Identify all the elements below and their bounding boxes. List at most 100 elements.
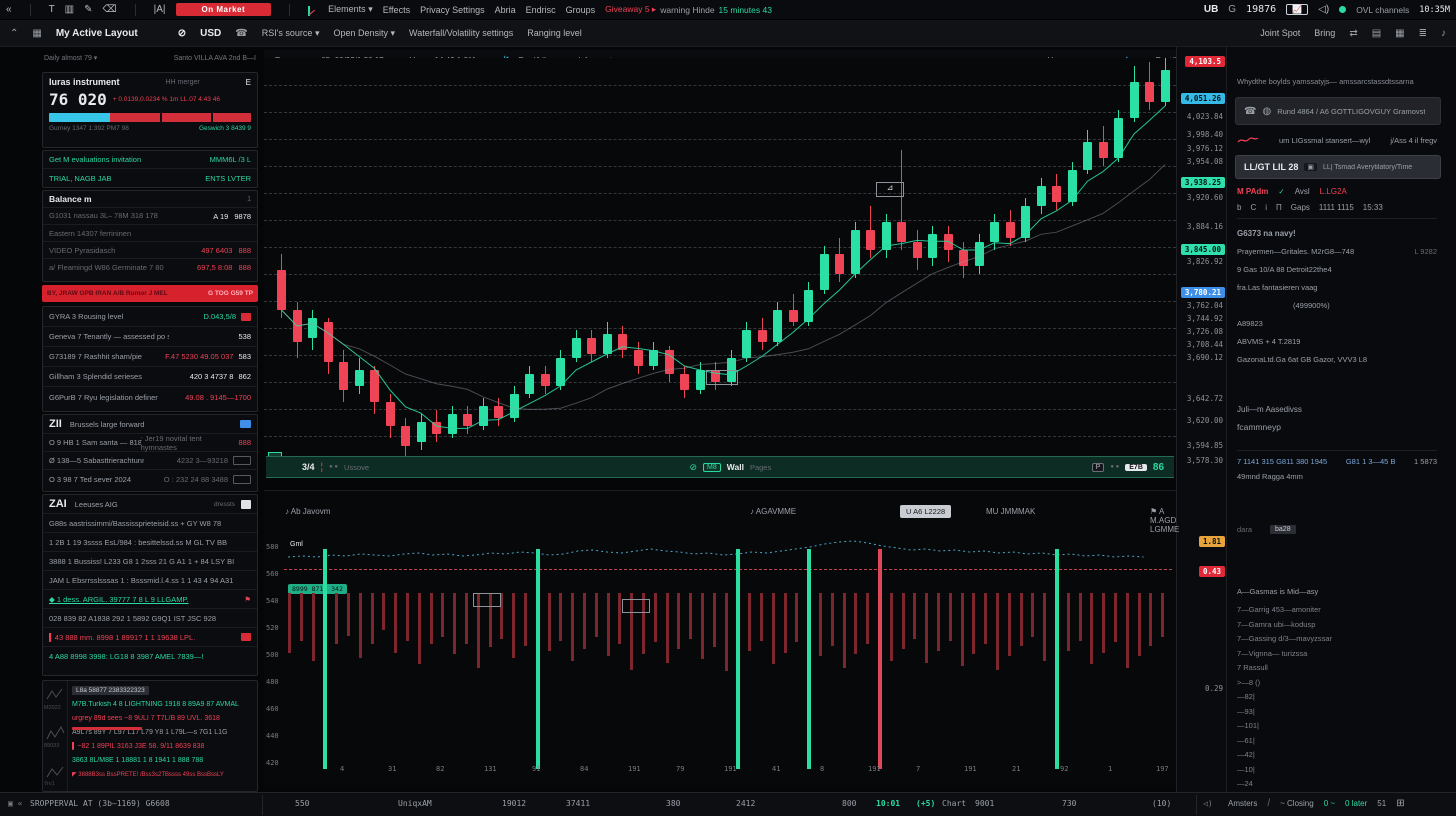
chevron-up-icon[interactable]: ⌃ <box>10 28 18 39</box>
format-button[interactable]: 1111 1115 <box>1319 203 1354 212</box>
journal-row[interactable]: ▍43 888 mm. 8998 1 8991? 1 1 19638 LPL. <box>43 628 257 647</box>
format-button[interactable]: Gaps <box>1291 203 1310 212</box>
eraser-tool-icon[interactable]: ⌫ <box>103 4 117 15</box>
journal-color-chip[interactable] <box>241 500 251 509</box>
position-mode-chip[interactable]: M8 <box>703 463 721 472</box>
meta-chip[interactable]: ba28 <box>1270 525 1296 534</box>
alert-row[interactable]: O 3 98 7 Ted sever 2024O : 232 24 88 348… <box>43 470 257 488</box>
format-button[interactable]: i <box>1265 203 1267 212</box>
phone-icon[interactable]: ☎ <box>235 28 247 39</box>
position-row[interactable]: G73189 7 Rashhit sham/pieF.47 5230 49.05… <box>43 347 257 367</box>
journal-row[interactable]: 028 839 82 A1838 292 1 5892 G9Q1 IST JSC… <box>43 609 257 628</box>
menu-abria[interactable]: Abria <box>495 5 516 15</box>
collapse-panel-icon[interactable]: « <box>6 4 12 15</box>
position-p-chip[interactable]: P <box>1092 463 1105 472</box>
menu-joint-spot[interactable]: Joint Spot <box>1260 28 1300 38</box>
adjust-toggle[interactable]: Amsters <box>1228 799 1257 808</box>
menu-open-density[interactable]: Open Density ▾ <box>333 28 395 39</box>
volume-icon[interactable]: ◁) <box>1203 799 1213 808</box>
save-icon[interactable]: ▤ <box>1372 28 1381 39</box>
position-row[interactable]: Geneva 7 Tenantly — assessed po sweats-G… <box>43 327 257 347</box>
menu-privacy-settings[interactable]: Privacy Settings <box>420 5 485 15</box>
changelog-item[interactable]: —93| <box>1237 707 1437 716</box>
balance-more[interactable]: 1 <box>247 196 251 203</box>
journal-row[interactable]: G88s aastrissimmi/Bassissprieteisid.ss +… <box>43 514 257 533</box>
measure-tool-icon[interactable]: |A| <box>154 4 166 15</box>
shapes-tool-icon[interactable]: ▥ <box>65 4 74 15</box>
alert-edit-button[interactable] <box>233 475 251 484</box>
fullscreen-icon[interactable]: ⊞ <box>1396 798 1404 809</box>
rect-annotation[interactable] <box>473 593 501 607</box>
changelog-item[interactable]: 7—Gassing d/3—mavyzssar <box>1237 634 1437 643</box>
chart-type-icon[interactable]: ▦ <box>1395 28 1404 39</box>
measure-annotation[interactable]: ⊿ <box>876 182 904 197</box>
position-value-chip[interactable]: E7B <box>1125 464 1147 471</box>
pair-label[interactable]: USD <box>200 28 221 39</box>
bell-icon[interactable]: ♪ <box>1441 28 1446 39</box>
menu-effects[interactable]: Effects <box>383 5 410 15</box>
menu-rsi-source[interactable]: RSI's source ▾ <box>262 28 320 39</box>
changelog-item[interactable]: 7—Vignna— turizssa <box>1237 649 1437 658</box>
position-row[interactable]: GYRA 3 Rousing levelD.043,5/8 <box>43 307 257 327</box>
changelog-item[interactable]: —24 <box>1237 779 1437 788</box>
journal-row[interactable]: 1 2B 1 19 3ssss EsL/984 : besittelssd.ss… <box>43 533 257 552</box>
percent-toggle[interactable]: 0 ~ <box>1324 799 1335 808</box>
stats-row[interactable]: 7 1141 315 G811 380 1945 G81 1 3—45 B 1 … <box>1237 450 1437 466</box>
changelog-item[interactable]: —61| <box>1237 736 1437 745</box>
journal-row[interactable]: JAM L Ebsrrsslsssas 1 : Bsssmid.l.4.ss 1… <box>43 571 257 590</box>
journal-row[interactable]: 3888 1 Bussiss! L233 G8 1 2sss 21 G A1 1… <box>43 552 257 571</box>
risk-banner[interactable]: BY, JRAW GPB IRAN A/B Rumor J MEL G TOG … <box>42 285 258 302</box>
position-row[interactable]: G6PurB 7 Ryu legislation definer49.08 . … <box>43 387 257 407</box>
position-row[interactable]: Gillham 3 Splendid serieses420 3 4737 88… <box>43 367 257 387</box>
menu-endrisc[interactable]: Endrisc <box>526 5 556 15</box>
closing-toggle[interactable]: ~ Closing <box>1280 799 1314 808</box>
text-tool-icon[interactable]: T <box>49 4 55 15</box>
brush-tool-icon[interactable]: ✎ <box>84 4 92 15</box>
journal-row[interactable]: 4 A88 8998 3998: LG18 8 3987 AMEL 7839—! <box>43 647 257 666</box>
position-bar[interactable]: 3/4 ¦ ● ● Ussove ⊘ M8 Wall Pages P ● ● E… <box>266 456 1174 478</box>
volume-icon[interactable]: ◁) <box>1318 4 1329 15</box>
menu-bring[interactable]: Bring <box>1314 28 1335 38</box>
list-icon[interactable]: ≣ <box>1419 28 1427 39</box>
log-toggle[interactable]: 0 later <box>1345 799 1367 808</box>
layout-grid-icon[interactable]: ▦ <box>32 28 41 39</box>
changelog-item[interactable]: 7 Rassull <box>1237 663 1437 672</box>
volume-panel[interactable]: ♪ Ab Javovm♪ AGAVMMEU A6 L2228MU JMMMAK⚑… <box>264 490 1176 787</box>
format-button[interactable]: b <box>1237 203 1241 212</box>
changelog-item[interactable]: —82| <box>1237 692 1437 701</box>
format-button[interactable]: C <box>1250 203 1256 212</box>
sell-market-button[interactable]: On Market <box>176 3 272 16</box>
rect-annotation[interactable] <box>622 599 650 613</box>
ticker-row[interactable]: ▍~82 1 89PIL 3163 J3E 58. 9/11 8639 838 <box>72 739 253 753</box>
changelog-item[interactable]: —10| <box>1237 765 1437 774</box>
quick-link-row[interactable]: Get M evaluations invitationMMM6L /3 L <box>43 151 257 169</box>
refresh-icon[interactable]: ⇄ <box>1349 28 1357 39</box>
account-card[interactable]: ☎ ◍ Rund 4864 / A6 GOTTLIGOVGUY Gramovst <box>1235 97 1441 125</box>
alert-row[interactable]: O 9 HB 1 Sam santa — 8181: Jer19 novital… <box>43 434 257 452</box>
menu-elements[interactable]: Elements ▾ <box>328 4 373 15</box>
ticker-row[interactable]: M7B.Turkish 4 8 LIGHTNING 1918 8 89A9 87… <box>72 697 253 711</box>
menu-groups[interactable]: Groups <box>566 5 596 15</box>
alert-edit-button[interactable] <box>233 456 251 465</box>
ticker-row[interactable]: urgrey 89d sees ~8 9ULI 7 T7L/B 89 UVL. … <box>72 711 253 725</box>
ticker-row[interactable]: 3863 8L/M8E 1 18881 1 8 1941 1 888 788 <box>72 753 253 767</box>
alert-row[interactable]: Ø 138—5 Sabasttrierachtunnel4232 3—93218 <box>43 452 257 470</box>
changelog-item[interactable]: —42| <box>1237 750 1437 759</box>
selected-session-card[interactable]: LL/GT LIL 28 ▣ LL| Tsmad Averytilatory/T… <box>1235 155 1441 179</box>
price-axis[interactable]: 4,103.54,051.264,023.843,998.403,976.123… <box>1176 47 1227 792</box>
ticker-chip[interactable]: L8a 58877 2383322323 <box>72 686 149 695</box>
mini-chart-button[interactable]: 📈 <box>1286 4 1308 15</box>
changelog-item[interactable]: —101| <box>1237 721 1437 730</box>
rect-annotation[interactable] <box>706 370 738 385</box>
quick-link-row[interactable]: TRIAL, NAGB JABENTS LVTER <box>43 169 257 187</box>
sidebar-header-left[interactable]: Daily almost 79 ▾ <box>44 54 97 62</box>
changelog-item[interactable]: 7—Garrig 453—amoniter <box>1237 605 1437 614</box>
auto-toggle[interactable]: 51 <box>1377 799 1386 808</box>
layout-name[interactable]: My Active Layout <box>56 28 138 39</box>
menu-waterfall-volatility[interactable]: Waterfall/Volatility settings <box>409 28 513 38</box>
channel-row[interactable]: um LIGssmal stansert—wyl j/Ass 4 il freg… <box>1237 135 1437 145</box>
menu-ranging-level[interactable]: Ranging level <box>527 28 582 38</box>
journal-row[interactable]: ◆ 1 dess. ARGIL. 39777 7 8 L 9 LLGAMP.⚑ <box>43 590 257 609</box>
format-button[interactable]: Π <box>1276 203 1282 212</box>
ticker-row[interactable]: ◤ 3888B3ss BssPRETE! /Bss3s2TBssss 49ss … <box>72 767 253 781</box>
